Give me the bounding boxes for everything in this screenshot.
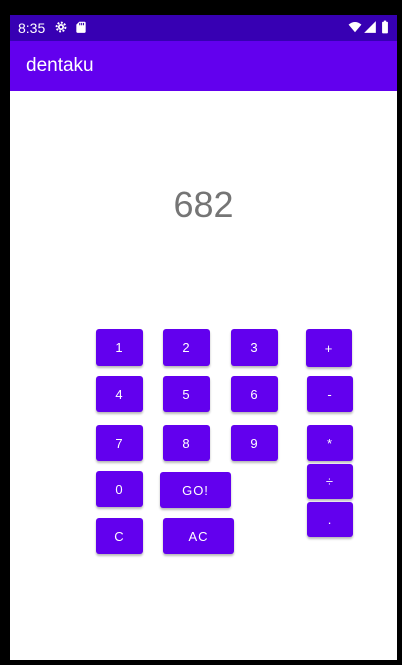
plus-button[interactable]: + — [306, 329, 352, 367]
key-6-button[interactable]: 6 — [231, 376, 278, 412]
minus-button[interactable]: - — [307, 376, 353, 412]
key-5-button[interactable]: 5 — [163, 376, 210, 412]
multiply-button[interactable]: * — [307, 425, 353, 461]
app-title: dentaku — [26, 55, 94, 76]
go-button[interactable]: GO! — [160, 472, 231, 508]
key-8-button[interactable]: 8 — [163, 425, 210, 461]
all-clear-button[interactable]: AC — [163, 518, 234, 554]
key-0-button[interactable]: 0 — [96, 471, 143, 507]
status-time: 8:35 — [18, 20, 46, 36]
device-screen: 8:35 dentaku 682 1 2 3 4 5 6 7 8 9 0 GO!… — [10, 15, 397, 660]
key-1-button[interactable]: 1 — [96, 329, 143, 366]
key-4-button[interactable]: 4 — [96, 376, 143, 412]
result-display: 682 — [173, 184, 234, 225]
divide-button[interactable]: ÷ — [307, 464, 353, 499]
battery-icon — [382, 20, 388, 34]
sd-card-icon — [76, 21, 86, 33]
key-2-button[interactable]: 2 — [163, 329, 210, 366]
key-7-button[interactable]: 7 — [96, 425, 143, 461]
key-3-button[interactable]: 3 — [231, 329, 278, 366]
wifi-icon — [348, 22, 362, 33]
settings-icon — [55, 21, 67, 33]
key-9-button[interactable]: 9 — [231, 425, 278, 461]
status-bar: 8:35 — [10, 15, 397, 41]
decimal-point-button[interactable]: . — [307, 502, 353, 537]
clear-button[interactable]: C — [96, 518, 143, 554]
app-bar: dentaku — [10, 41, 397, 91]
signal-icon — [364, 21, 376, 33]
